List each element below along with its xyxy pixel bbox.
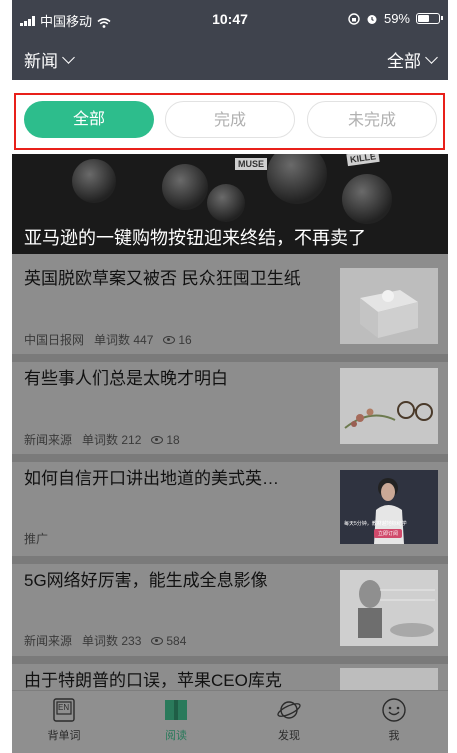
article-meta: 新闻来源 单词数 233 584: [24, 632, 186, 649]
smiley-icon: [381, 697, 407, 723]
article-meta: 中国日报网 单词数 447 16: [24, 331, 192, 348]
eye-icon: [163, 336, 176, 345]
article-views: 16: [163, 333, 192, 347]
battery-percent: 59%: [383, 11, 410, 26]
planet-icon: [276, 697, 302, 723]
article-thumbnail: [340, 570, 438, 646]
article-title: 由于特朗普的口误，苹果CEO库克: [24, 671, 282, 690]
article-word-count: 单词数 212: [82, 433, 142, 447]
article-thumbnail: [340, 368, 438, 444]
eye-icon: [151, 637, 164, 646]
tab-label: 我: [388, 730, 400, 742]
hero-article[interactable]: MUSE KILLE 亚马逊的一键购物按钮迎来终结，不再卖了: [12, 154, 448, 254]
scope-label: 全部: [387, 52, 421, 71]
hero-image-shape: [72, 159, 116, 203]
hero-image-shape: [207, 184, 245, 222]
tab-profile[interactable]: 我: [364, 697, 424, 743]
tab-label: 背单词: [47, 730, 81, 742]
tab-vocabulary[interactable]: EN 背单词: [34, 697, 94, 743]
divider: [12, 556, 448, 564]
hero-image-shape: [267, 154, 327, 204]
article-source: 中国日报网: [24, 333, 85, 347]
tab-label: 阅读: [165, 730, 187, 742]
tab-discover[interactable]: 发现: [259, 697, 319, 743]
open-book-icon: [163, 697, 189, 723]
promo-label: 推广: [24, 532, 49, 546]
tab-label: 发现: [278, 730, 300, 742]
divider: [12, 454, 448, 462]
top-nav: 新闻 全部: [12, 36, 448, 80]
list-item[interactable]: 如何自信开口讲出地道的美式英… 推广 每天5分钟，教材越地标纪学 立即订阅: [12, 454, 448, 556]
chevron-down-icon: [62, 50, 75, 64]
article-title: 有些事人们总是太晚才明白: [24, 369, 228, 388]
category-dropdown[interactable]: 新闻: [24, 47, 75, 72]
category-label: 新闻: [24, 52, 58, 71]
list-item[interactable]: 有些事人们总是太晚才明白 新闻来源 单词数 212 18: [12, 354, 448, 454]
en-badge: EN: [58, 703, 70, 712]
article-thumbnail: [340, 268, 438, 344]
tab-reading[interactable]: 阅读: [146, 697, 206, 743]
article-title: 英国脱欧草案又被否 民众狂囤卫生纸: [24, 269, 301, 288]
ad-thumbnail: 每天5分钟，教材越地标纪学 立即订阅: [340, 470, 438, 544]
filter-bar: 全部 完成 未完成: [12, 80, 448, 154]
divider: [12, 354, 448, 362]
lock-rotation-icon: [348, 12, 360, 25]
article-title: 如何自信开口讲出地道的美式英…: [24, 469, 279, 488]
chevron-down-icon: [425, 50, 438, 64]
article-views: 584: [151, 634, 186, 648]
hero-title: 亚马逊的一键购物按钮迎来终结，不再卖了: [24, 228, 366, 248]
divider: [12, 656, 448, 664]
battery-level: [418, 15, 430, 22]
eye-icon: [151, 436, 164, 445]
article-views: 18: [151, 433, 180, 447]
hero-image-shape: [342, 174, 392, 224]
app-frame: 中国移动 10:47 59% 新闻 全部 全部 完成 未完成 MUSE KILL…: [12, 0, 448, 753]
hero-tag: KILLE: [346, 154, 380, 167]
alarm-icon: [366, 13, 378, 25]
bottom-tab-bar: EN 背单词 阅读 发现 我: [12, 690, 448, 753]
hero-image-shape: [162, 164, 208, 210]
en-book-icon: EN: [51, 697, 77, 723]
ad-subscribe-button[interactable]: 立即订阅: [374, 529, 403, 538]
article-meta: 新闻来源 单词数 212 18: [24, 431, 180, 448]
list-item[interactable]: 英国脱欧草案又被否 民众狂囤卫生纸 中国日报网 单词数 447 16: [12, 254, 448, 354]
article-source: 新闻来源: [24, 433, 73, 447]
status-bar: 中国移动 10:47 59%: [12, 0, 448, 36]
scope-dropdown[interactable]: 全部: [387, 47, 438, 72]
article-source: 新闻来源: [24, 634, 73, 648]
battery-icon: [416, 13, 443, 24]
article-word-count: 单词数 233: [82, 634, 142, 648]
hero-tag: MUSE: [235, 158, 268, 170]
ad-caption: 每天5分钟，教材越地标纪学: [344, 521, 407, 527]
list-item[interactable]: 5G网络好厉害，能生成全息影像 新闻来源 单词数 233 584: [12, 556, 448, 656]
filter-tab-done[interactable]: 完成: [165, 101, 295, 138]
article-title: 5G网络好厉害，能生成全息影像: [24, 571, 268, 590]
article-meta: 推广: [24, 530, 48, 547]
article-word-count: 单词数 447: [94, 333, 154, 347]
filter-tab-undone[interactable]: 未完成: [307, 101, 437, 138]
status-right: 59%: [348, 11, 443, 26]
filter-tab-all[interactable]: 全部: [24, 101, 154, 138]
